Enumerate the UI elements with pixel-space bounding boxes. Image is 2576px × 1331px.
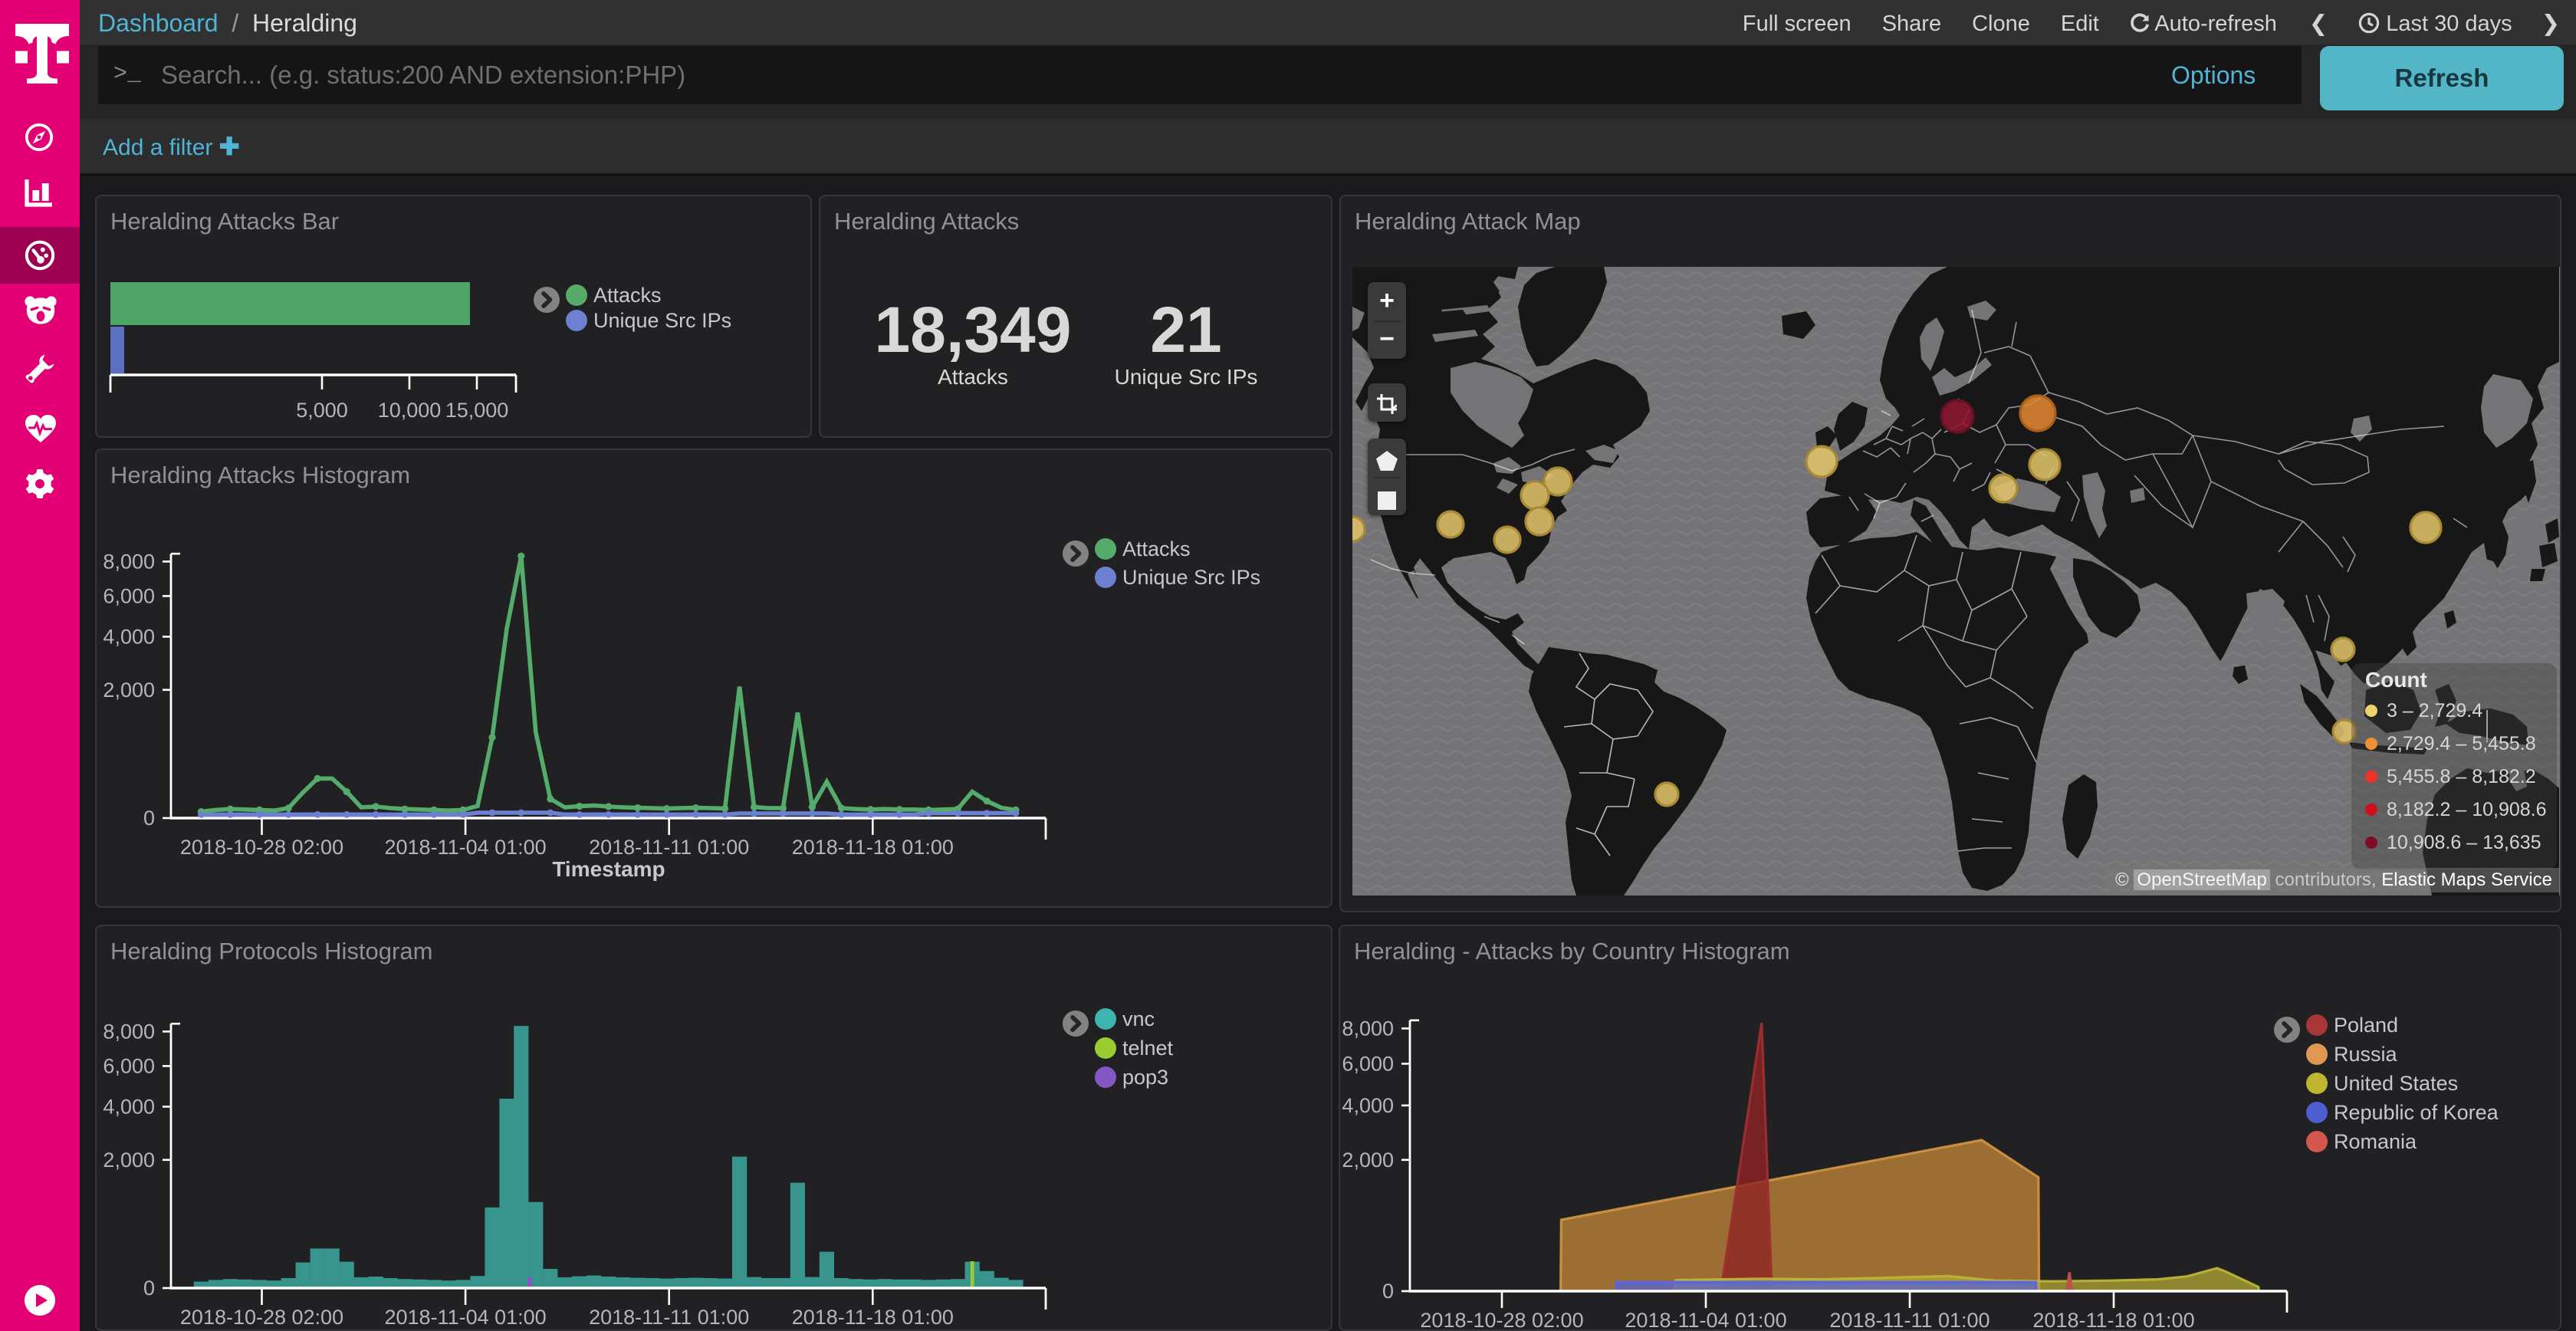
svg-text:2,000: 2,000 xyxy=(103,1149,155,1172)
svg-text:0: 0 xyxy=(143,807,155,830)
svg-text:2,000: 2,000 xyxy=(103,679,155,702)
svg-text:2018-10-28 02:00: 2018-10-28 02:00 xyxy=(180,1306,343,1329)
svg-text:4,000: 4,000 xyxy=(103,1095,155,1118)
svg-text:Timestamp: Timestamp xyxy=(552,857,665,881)
svg-text:5,000: 5,000 xyxy=(296,399,348,422)
svg-text:6,000: 6,000 xyxy=(103,584,155,607)
svg-text:8,000: 8,000 xyxy=(103,550,155,573)
svg-text:2018-10-28 02:00: 2018-10-28 02:00 xyxy=(1420,1309,1583,1331)
svg-text:2018-11-04 01:00: 2018-11-04 01:00 xyxy=(385,836,547,859)
svg-text:8,000: 8,000 xyxy=(1342,1017,1394,1040)
svg-text:0: 0 xyxy=(143,1277,155,1300)
svg-text:4,000: 4,000 xyxy=(103,625,155,648)
svg-text:2,000: 2,000 xyxy=(1342,1149,1394,1172)
svg-text:6,000: 6,000 xyxy=(1342,1052,1394,1075)
svg-text:2018-11-11 01:00: 2018-11-11 01:00 xyxy=(1829,1309,1990,1331)
svg-text:2018-11-04 01:00: 2018-11-04 01:00 xyxy=(385,1306,547,1329)
svg-text:4,000: 4,000 xyxy=(1342,1094,1394,1117)
svg-text:10,000: 10,000 xyxy=(378,399,442,422)
svg-text:2018-11-11 01:00: 2018-11-11 01:00 xyxy=(589,836,749,859)
svg-text:2018-11-18 01:00: 2018-11-18 01:00 xyxy=(2032,1309,2194,1331)
svg-text:2018-11-04 01:00: 2018-11-04 01:00 xyxy=(1625,1309,1786,1331)
svg-text:0: 0 xyxy=(1382,1280,1394,1303)
svg-text:2018-11-11 01:00: 2018-11-11 01:00 xyxy=(589,1306,749,1329)
svg-text:2018-11-18 01:00: 2018-11-18 01:00 xyxy=(792,836,954,859)
svg-text:8,000: 8,000 xyxy=(103,1020,155,1043)
svg-text:2018-10-28 02:00: 2018-10-28 02:00 xyxy=(180,836,343,859)
svg-text:Timestamp: Timestamp xyxy=(552,1327,665,1331)
svg-text:6,000: 6,000 xyxy=(103,1054,155,1077)
svg-text:2018-11-18 01:00: 2018-11-18 01:00 xyxy=(792,1306,954,1329)
svg-text:15,000: 15,000 xyxy=(445,399,509,422)
